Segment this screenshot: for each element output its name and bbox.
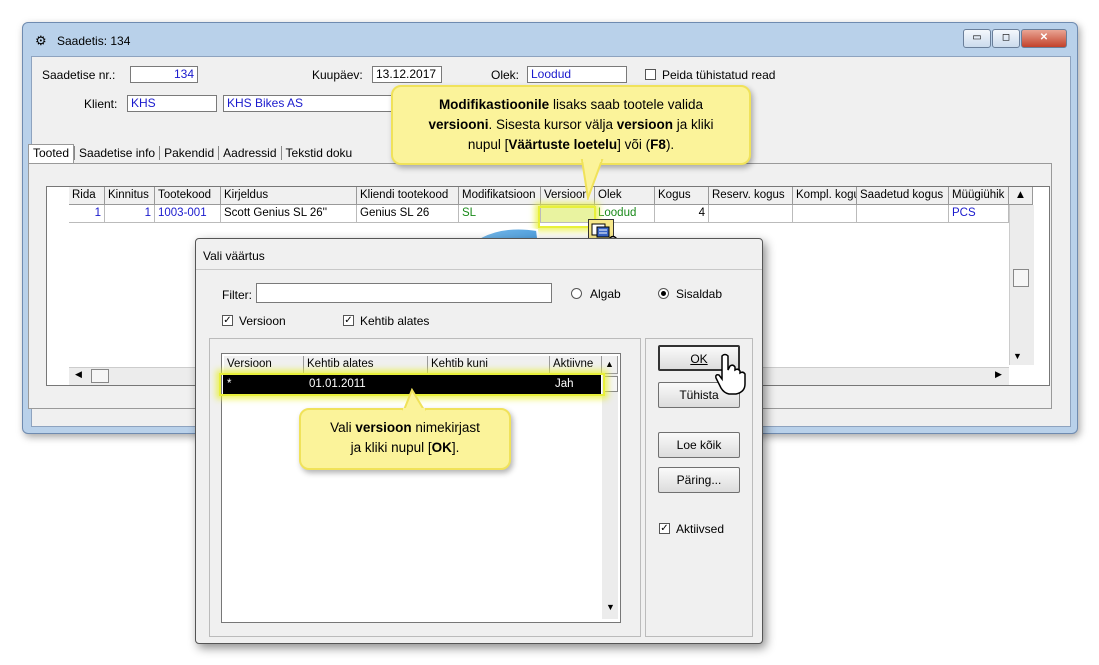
callout-top-text-2: . Sisesta kursor välja: [488, 117, 617, 132]
col-reserv-kogus[interactable]: Reserv. kogus: [709, 187, 793, 205]
grid-scroll-right[interactable]: ▶: [995, 369, 1002, 380]
grid-hscroll-thumb[interactable]: [91, 369, 109, 383]
query-button[interactable]: Päring...: [658, 467, 740, 493]
callout-instructions-top: Modifikastioonile lisaks saab tootele va…: [391, 85, 751, 165]
callout-bottom-text-4: ].: [451, 440, 460, 455]
maximize-button[interactable]: ◻: [992, 29, 1020, 48]
version-checkbox[interactable]: ✓: [222, 315, 233, 326]
filter-input[interactable]: [256, 283, 552, 303]
filter-label: Filter:: [222, 288, 252, 302]
list-vscroll[interactable]: [602, 374, 618, 619]
callout-top-text-4: nupul [: [467, 137, 509, 152]
callout-instructions-bottom: Vali versioon nimekirjast ja kliki nupul…: [299, 408, 511, 470]
list-scroll-up[interactable]: ▲: [602, 356, 618, 374]
valid-from-checkbox[interactable]: ✓: [343, 315, 354, 326]
col-modifikatsioon[interactable]: Modifikatsioon: [459, 187, 541, 205]
tab-saadetise-info[interactable]: Saadetise info: [74, 146, 159, 160]
valid-from-checkbox-label: Kehtib alates: [360, 314, 430, 328]
list-col-kehtib-alates[interactable]: Kehtib alates: [304, 356, 428, 374]
callout-bottom-text-1: Vali: [330, 420, 356, 435]
col-rida[interactable]: Rida: [69, 187, 105, 205]
col-saadetud-kogus[interactable]: Saadetud kogus: [857, 187, 949, 205]
col-tootekood[interactable]: Tootekood: [155, 187, 221, 205]
cell-modifikatsioon[interactable]: SL: [459, 205, 541, 223]
cell-kliendi-tootekood[interactable]: Genius SL 26: [357, 205, 459, 223]
tab-tekstid[interactable]: Tekstid doku: [280, 146, 357, 160]
grid-scroll-up[interactable]: ▲: [1009, 187, 1033, 205]
read-all-button[interactable]: Loe kõik: [658, 432, 740, 458]
cell-kompl[interactable]: [793, 205, 857, 223]
list-col-versioon[interactable]: Versioon: [224, 356, 304, 374]
shipment-no-field[interactable]: 134: [130, 66, 198, 83]
close-button[interactable]: ✕: [1021, 29, 1067, 48]
callout-top-bold-2: versiooni: [428, 117, 489, 132]
shipment-no-label: Saadetise nr.:: [42, 68, 116, 82]
radio-starts-label: Algab: [590, 287, 621, 301]
cell-tootekood[interactable]: 1003-001: [155, 205, 221, 223]
callout-top-bold-1: Modifikastioonile: [438, 97, 550, 112]
callout-top-text-5: ] või (: [617, 137, 651, 152]
status-label: Olek:: [491, 68, 520, 82]
radio-contains[interactable]: [658, 288, 669, 299]
grid-scroll-left[interactable]: ◀: [75, 369, 82, 380]
ok-label: OK: [690, 352, 708, 366]
active-checkbox-label: Aktiivsed: [676, 522, 725, 536]
tab-tooted[interactable]: Tooted: [28, 144, 75, 163]
cell-rida[interactable]: 1: [69, 205, 105, 223]
callout-top-text-1: lisaks saab tootele valida: [549, 97, 704, 112]
grid-scroll-down[interactable]: ▼: [1013, 351, 1022, 361]
radio-starts-with[interactable]: [571, 288, 582, 299]
version-checkbox-label: Versioon: [239, 314, 286, 328]
client-code-field[interactable]: KHS: [127, 95, 217, 112]
cell-uhik[interactable]: PCS: [949, 205, 1009, 223]
col-muugiuhik[interactable]: Müügiühik: [949, 187, 1009, 205]
hide-cancelled-label: Peida tühistatud read: [662, 68, 776, 82]
read-all-label: Loe kõik: [676, 438, 722, 452]
cell-reserv[interactable]: [709, 205, 793, 223]
cell-kinnitus[interactable]: 1: [105, 205, 155, 223]
col-kogus[interactable]: Kogus: [655, 187, 709, 205]
list-col-kehtib-kuni[interactable]: Kehtib kuni: [428, 356, 550, 374]
query-label: Päring...: [676, 473, 722, 487]
tab-strip: Tooted Saadetise info Pakendid Aadressid Tek…: [28, 144, 357, 163]
hand-cursor-icon: [715, 353, 746, 395]
list-vscroll-thumb[interactable]: [603, 376, 618, 392]
col-kinnitus[interactable]: Kinnitus: [105, 187, 155, 205]
hide-cancelled-checkbox[interactable]: [645, 69, 656, 80]
list-col-aktiivne[interactable]: Aktiivne: [550, 356, 602, 374]
dialog-title: Vali väärtus: [203, 249, 265, 263]
callout-top-bold-4: Väärtuste loetelu: [508, 137, 618, 152]
callout-top-text-6: ).: [665, 137, 675, 152]
date-field[interactable]: 13.12.2017: [372, 66, 442, 83]
dialog-title-separator: [196, 269, 762, 270]
col-kliendi-tootekood[interactable]: Kliendi tootekood: [357, 187, 459, 205]
radio-contains-label: Sisaldab: [676, 287, 723, 301]
minimize-button[interactable]: ▭: [963, 29, 991, 48]
callout-bottom-bold-1: versioon: [355, 420, 412, 435]
client-name-field: KHS Bikes AS: [223, 95, 393, 112]
active-checkbox[interactable]: ✓: [659, 523, 670, 534]
list-scroll-down[interactable]: ▼: [606, 602, 615, 612]
col-kompl-kogus[interactable]: Kompl. kogus: [793, 187, 857, 205]
tab-pakendid[interactable]: Pakendid: [159, 146, 218, 160]
tab-aadressid[interactable]: Aadressid: [218, 146, 280, 160]
callout-top-bold-3: versioon: [616, 117, 674, 132]
callout-bottom-text-3: ja kliki nupul [: [350, 440, 432, 455]
col-kirjeldus[interactable]: Kirjeldus: [221, 187, 357, 205]
callout-top-pointer: [580, 158, 604, 200]
cell-kogus[interactable]: 4: [655, 205, 709, 223]
callout-bottom-pointer: [402, 388, 426, 412]
client-label: Klient:: [84, 97, 118, 111]
callout-bottom-text-2: nimekirjast: [411, 420, 480, 435]
window-icon: ⚙: [35, 33, 47, 48]
status-field: Loodud: [527, 66, 627, 83]
cell-kirjeldus[interactable]: Scott Genius SL 26'': [221, 205, 357, 223]
cell-saadetud[interactable]: [857, 205, 949, 223]
callout-bottom-bold-2: OK: [431, 440, 452, 455]
window-title: Saadetis: 134: [57, 34, 131, 48]
date-label: Kuupäev:: [312, 68, 363, 82]
grid-vscroll-thumb[interactable]: [1013, 269, 1029, 287]
callout-top-bold-5: F8: [650, 137, 666, 152]
callout-top-text-3: ja kliki: [673, 117, 714, 132]
